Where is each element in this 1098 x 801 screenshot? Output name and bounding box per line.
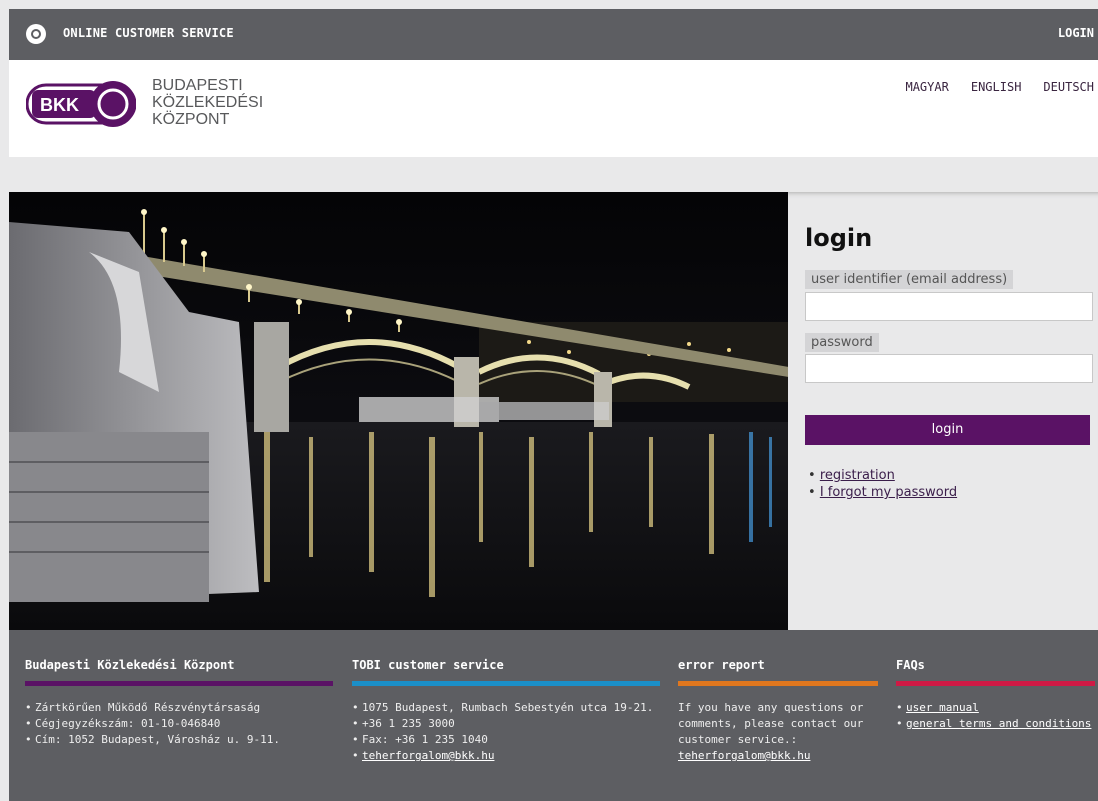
login-title: login <box>805 224 873 252</box>
forgot-password-link[interactable]: I forgot my password <box>820 485 957 500</box>
footer-col-faqs: FAQs user manual general terms and condi… <box>896 658 1095 732</box>
login-button[interactable]: login <box>805 415 1090 445</box>
footer: Budapesti Közlekedési Központ Zártkörűen… <box>9 630 1098 801</box>
list-item: Fax: +36 1 235 1040 <box>352 732 660 748</box>
list-item: general terms and conditions <box>896 716 1095 732</box>
logo-name-line-1: BUDAPESTI <box>152 77 243 94</box>
login-panel: login user identifier (email address) pa… <box>788 192 1098 630</box>
list-item: registration <box>808 468 957 483</box>
lang-magyar[interactable]: MAGYAR <box>905 80 948 94</box>
list-item: Cím: 1052 Budapest, Városház u. 9-11. <box>25 732 333 748</box>
footer-col-faqs-bar <box>896 681 1095 686</box>
list-item: user manual <box>896 700 1095 716</box>
top-login-link[interactable]: LOGIN <box>1058 26 1094 40</box>
lang-english[interactable]: ENGLISH <box>971 80 1022 94</box>
bkk-logo[interactable]: BKK <box>26 77 136 131</box>
tobi-email-link[interactable]: teherforgalom@bkk.hu <box>362 749 494 762</box>
list-item: +36 1 235 3000 <box>352 716 660 732</box>
header: BKK BUDAPESTI KÖZLEKEDÉSI KÖZPONT MAGYAR… <box>9 60 1098 157</box>
list-item: I forgot my password <box>808 485 957 500</box>
footer-col-company-bar <box>25 681 333 686</box>
password-label: password <box>805 333 879 352</box>
list-item: Cégjegyzékszám: 01-10-046840 <box>25 716 333 732</box>
footer-col-company: Budapesti Közlekedési Központ Zártkörűen… <box>25 658 333 748</box>
error-report-email-link[interactable]: teherforgalom@bkk.hu <box>678 749 810 762</box>
language-switcher: MAGYAR ENGLISH DEUTSCH <box>905 80 1094 94</box>
user-manual-link[interactable]: user manual <box>906 701 979 714</box>
footer-col-error-report-title: error report <box>678 658 765 672</box>
registration-link[interactable]: registration <box>820 468 895 483</box>
error-report-text: If you have any questions or comments, p… <box>678 701 864 746</box>
logo-name-line-2: KÖZLEKEDÉSI <box>152 94 264 111</box>
app-title: ONLINE CUSTOMER SERVICE <box>63 26 234 40</box>
top-bar: ONLINE CUSTOMER SERVICE LOGIN <box>9 9 1098 60</box>
terms-link[interactable]: general terms and conditions <box>906 717 1091 730</box>
footer-col-error-report: error report If you have any questions o… <box>678 658 878 764</box>
list-item: Zártkörűen Működő Részvénytársaság <box>25 700 333 716</box>
list-item: 1075 Budapest, Rumbach Sebestyén utca 19… <box>352 700 660 716</box>
service-circle-icon <box>26 24 46 44</box>
user-identifier-label: user identifier (email address) <box>805 270 1014 289</box>
footer-col-company-title: Budapesti Közlekedési Központ <box>25 658 235 672</box>
hero-image <box>9 192 788 630</box>
footer-col-tobi-bar <box>352 681 660 686</box>
footer-col-tobi-title: TOBI customer service <box>352 658 504 672</box>
footer-col-faqs-title: FAQs <box>896 658 925 672</box>
login-links: registration I forgot my password <box>808 468 957 502</box>
logo-text: BKK <box>40 95 79 115</box>
logo-name: BUDAPESTI KÖZLEKEDÉSI KÖZPONT <box>152 77 263 128</box>
list-item: teherforgalom@bkk.hu <box>352 748 660 764</box>
lang-deutsch[interactable]: DEUTSCH <box>1043 80 1094 94</box>
logo-name-line-3: KÖZPONT <box>152 111 230 128</box>
bridge-night-photo <box>9 192 788 630</box>
password-input[interactable] <box>805 354 1093 383</box>
footer-col-tobi: TOBI customer service 1075 Budapest, Rum… <box>352 658 660 764</box>
user-identifier-input[interactable] <box>805 292 1093 321</box>
footer-col-error-report-bar <box>678 681 878 686</box>
